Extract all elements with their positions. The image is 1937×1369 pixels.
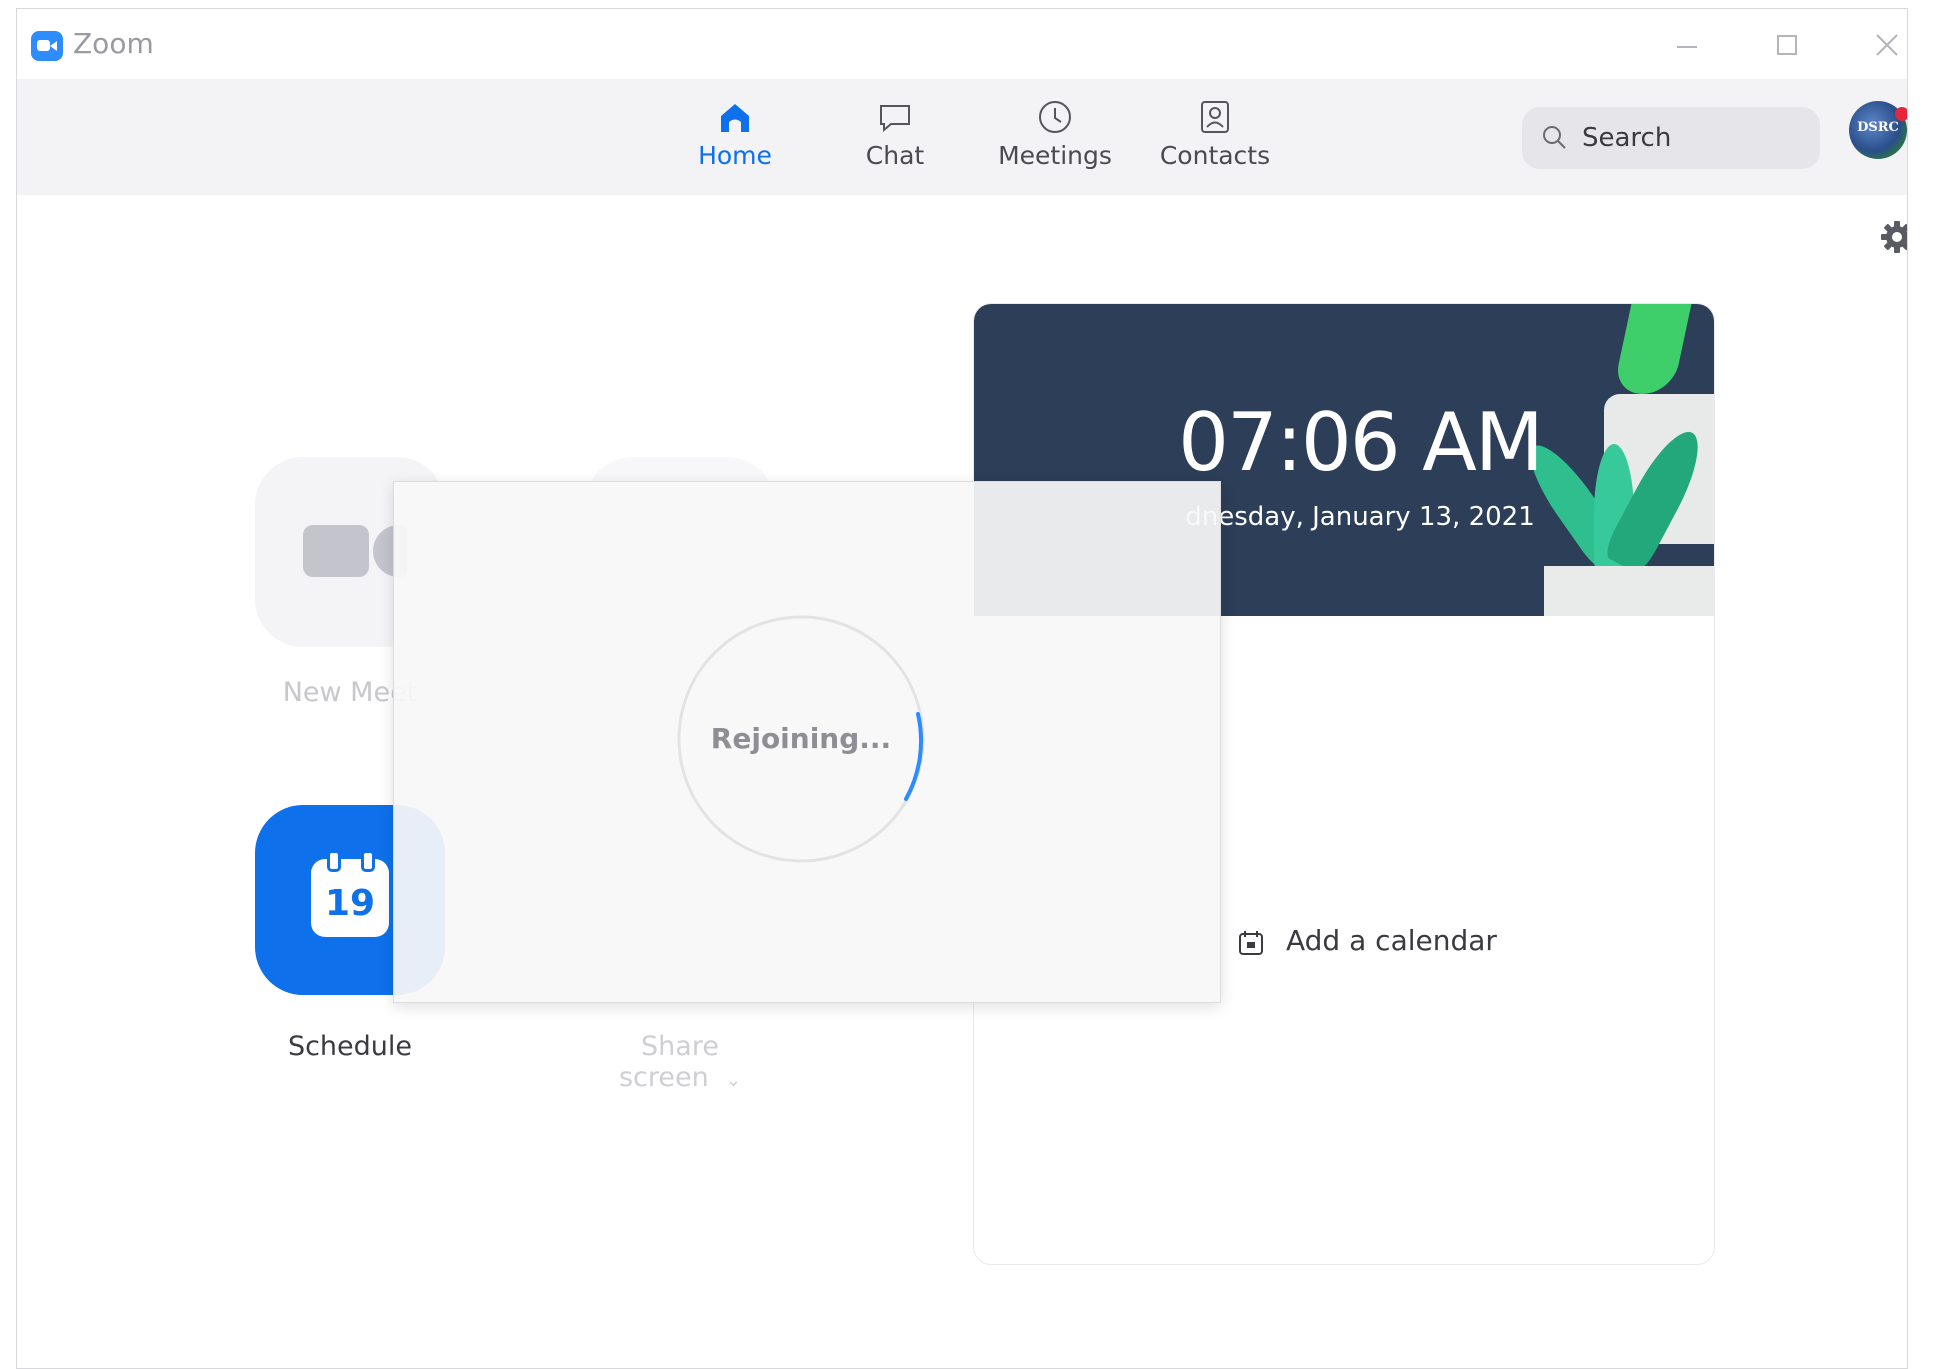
close-icon (1876, 34, 1898, 56)
window-title: Zoom (73, 27, 154, 60)
share-screen-label: Share screen ⌄ (618, 1031, 742, 1093)
minimize-icon (1677, 46, 1697, 48)
maximize-icon (1777, 35, 1797, 55)
tab-meetings[interactable]: Meetings (985, 97, 1125, 181)
top-nav: Home Chat Meetings Contacts Search DSRC (17, 79, 1907, 195)
plant-leaf-illustration (1612, 304, 1696, 394)
search-icon (1543, 126, 1566, 149)
chevron-down-icon: ⌄ (725, 1070, 742, 1091)
avatar-text: DSRC (1857, 120, 1899, 135)
avatar-status-badge (1895, 107, 1907, 121)
rejoining-overlay: Rejoining... (393, 481, 1221, 1003)
tab-label-meetings: Meetings (998, 141, 1112, 170)
contact-card-icon (1201, 101, 1229, 133)
calendar-add-icon (1239, 931, 1263, 955)
pot-illustration (1544, 566, 1714, 616)
zoom-logo-icon (31, 31, 63, 61)
close-button[interactable] (1867, 25, 1907, 65)
current-time: 07:06 AM (1178, 396, 1544, 489)
tab-chat[interactable]: Chat (825, 97, 965, 181)
search-box[interactable] (1522, 107, 1820, 169)
rejoining-status: Rejoining... (710, 722, 892, 755)
title-bar: Zoom (17, 9, 1907, 79)
tab-label-chat: Chat (865, 141, 925, 170)
clock-icon (1039, 101, 1071, 133)
calendar-icon: 19 (311, 850, 389, 937)
calendar-day: 19 (324, 883, 376, 924)
video-camera-icon (303, 525, 369, 577)
maximize-button[interactable] (1767, 25, 1807, 65)
home-icon (721, 104, 749, 132)
tab-home[interactable]: Home (665, 97, 805, 181)
tab-label-contacts: Contacts (1159, 141, 1271, 170)
add-calendar-label: Add a calendar (1286, 924, 1497, 957)
chat-bubble-icon (880, 105, 910, 133)
tab-label-home: Home (698, 141, 772, 170)
minimize-button[interactable] (1667, 25, 1707, 65)
schedule-label: Schedule (287, 1031, 413, 1062)
settings-gear-icon[interactable] (1879, 219, 1908, 255)
tab-contacts[interactable]: Contacts (1145, 97, 1285, 181)
zoom-window: Zoom Home Chat Meetings Contacts Search … (16, 8, 1908, 1369)
search-input[interactable] (1580, 117, 1804, 159)
